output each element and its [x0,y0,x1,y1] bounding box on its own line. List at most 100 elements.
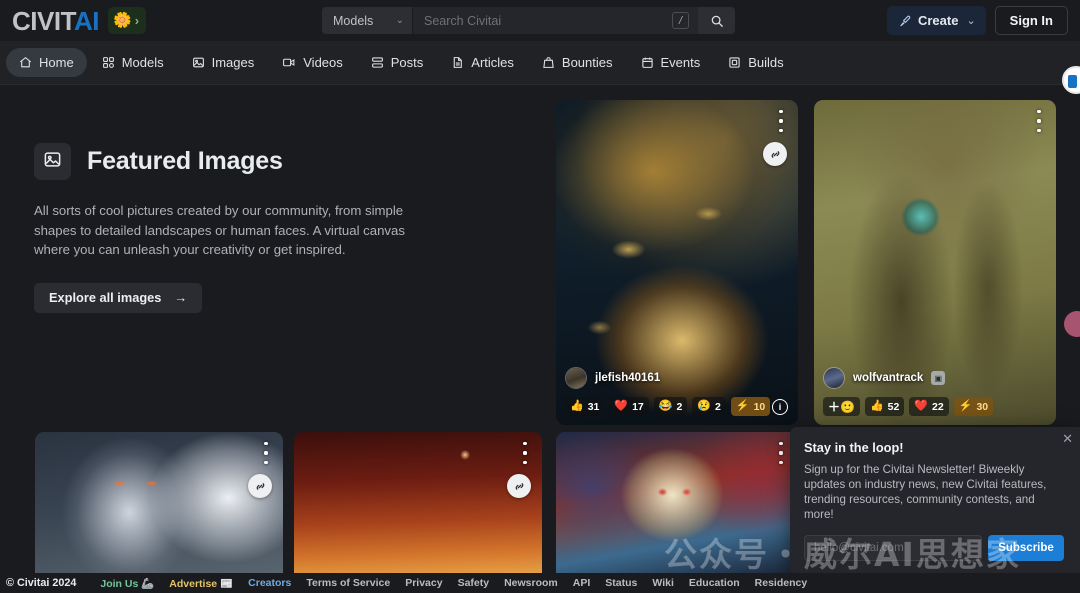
flower-icon: 🌼 [113,12,132,29]
nav-item-videos[interactable]: Videos [269,48,356,77]
video-icon [282,56,296,69]
nav-item-articles[interactable]: Articles [438,48,527,77]
image-card[interactable]: jlefish40161 👍 31 ❤️ 17 😂 2 😢 2 ⚡ 10 i [556,100,798,425]
footer-link-join-us[interactable]: Join Us 🦾 [100,577,154,590]
nav-item-bounties[interactable]: Bounties [529,48,626,77]
floating-assistant-button[interactable] [1062,66,1080,94]
reaction-like[interactable]: 👍 52 [864,397,905,416]
card-menu-button[interactable] [773,442,789,464]
avatar [565,367,587,389]
plus-smiley-icon: ＋🙂 [828,400,855,414]
nav-label: Posts [390,55,424,70]
close-icon[interactable]: ✕ [1062,432,1073,445]
nav-label: Builds [748,55,784,70]
footer-link-terms-of-service[interactable]: Terms of Service [306,577,390,589]
image-card[interactable] [35,432,283,575]
image-icon [192,56,205,69]
footer-link-creators[interactable]: Creators [248,577,291,589]
card-reaction-stats: 👍 31 ❤️ 17 😂 2 😢 2 ⚡ 10 [565,397,789,416]
card-remix-button[interactable] [507,474,531,498]
card-user[interactable]: wolfvantrack ▣ [823,367,1047,389]
chevron-down-icon: ⌄ [395,15,404,26]
builds-icon [728,56,741,69]
sign-in-button[interactable]: Sign In [994,6,1068,35]
reaction-count: 22 [932,400,944,413]
search-category-select[interactable]: Models ⌄ [322,7,412,34]
nav-label: Events [660,55,701,70]
footer-link-advertise[interactable]: Advertise 📰 [169,577,233,590]
thumbs-up-icon: 👍 [869,400,884,412]
grid-icon [102,56,115,69]
card-footer: wolfvantrack ▣ ＋🙂 👍 52 ❤️ 22 ⚡ 30 [814,367,1056,425]
logo-text-civit: CIVIT [12,5,75,36]
search-box[interactable]: / [413,7,735,34]
logo-event-badge[interactable]: 🌼 › [108,7,147,34]
image-card[interactable]: wolfvantrack ▣ ＋🙂 👍 52 ❤️ 22 ⚡ 30 [814,100,1056,425]
nav-item-models[interactable]: Models [89,48,177,77]
card-menu-button[interactable] [1031,110,1047,132]
card-menu-button[interactable] [773,110,789,132]
reaction-heart[interactable]: ❤️ 22 [909,397,949,416]
chain-icon [771,150,779,158]
card-artwork [35,432,283,575]
chain-icon [256,482,264,490]
create-button[interactable]: Create ⌄ [886,6,986,35]
calendar-icon [641,56,654,69]
reaction-count: 52 [887,400,900,413]
card-remix-button[interactable] [248,474,272,498]
card-username: wolfvantrack [853,372,924,384]
reaction-heart[interactable]: ❤️ 17 [609,397,649,416]
footer-link-newsroom[interactable]: Newsroom [504,577,558,589]
footer-link-residency[interactable]: Residency [755,577,808,589]
reaction-laugh[interactable]: 😂 2 [653,397,688,416]
card-menu-button[interactable] [517,442,533,464]
search-submit-button[interactable] [698,7,735,34]
reaction-count: 2 [715,400,721,413]
image-card[interactable] [294,432,542,575]
card-info-badge[interactable]: i [772,399,788,415]
card-artwork [294,432,542,575]
article-icon [451,56,464,69]
newsletter-popup: ✕ Stay in the loop! Sign up for the Civi… [790,427,1080,575]
reaction-like[interactable]: 👍 31 [565,397,605,416]
card-user[interactable]: jlefish40161 [565,367,789,389]
reaction-tip[interactable]: ⚡ 10 [730,397,771,416]
image-card[interactable] [556,432,798,575]
laugh-icon: 😂 [658,400,673,412]
heart-icon: ❤️ [614,400,629,412]
nav-item-home[interactable]: Home [6,48,87,77]
footer-link-privacy[interactable]: Privacy [405,577,442,589]
nav-item-builds[interactable]: Builds [715,48,796,77]
nav-item-events[interactable]: Events [628,48,714,77]
newsletter-form: Subscribe [804,535,1064,561]
card-remix-button[interactable] [763,142,787,166]
brush-icon [900,15,911,26]
card-menu-button[interactable] [258,442,274,464]
subscribe-button[interactable]: Subscribe [988,535,1064,561]
footer-link-api[interactable]: API [573,577,591,589]
newsletter-title: Stay in the loop! [804,440,904,455]
bolt-icon: ⚡ [958,400,973,412]
reaction-tip[interactable]: ⚡ 30 [953,397,994,416]
footer-link-education[interactable]: Education [689,577,740,589]
civitai-logo[interactable]: CIVITAI 🌼 › [12,5,147,36]
footer-link-wiki[interactable]: Wiki [652,577,674,589]
nav-item-posts[interactable]: Posts [358,48,437,77]
chevron-down-icon: ⌄ [966,15,976,27]
posts-icon [371,56,384,69]
search-input[interactable] [424,13,624,28]
reaction-count: 17 [632,400,644,413]
nav-item-images[interactable]: Images [179,48,268,77]
newsletter-body: Sign up for the Civitai Newsletter! Biwe… [804,463,1047,521]
header-actions: Create ⌄ Sign In [886,6,1068,35]
nav-label: Bounties [561,55,613,70]
footer-link-status[interactable]: Status [605,577,637,589]
search-shortcut-hint: / [672,12,689,29]
logo-wordmark: CIVITAI [12,5,100,36]
add-reaction-button[interactable]: ＋🙂 [823,397,860,416]
newsletter-email-input[interactable] [804,535,982,561]
reaction-cry[interactable]: 😢 2 [692,397,726,416]
footer-copyright: © Civitai 2024 [6,577,77,589]
footer-link-safety[interactable]: Safety [458,577,490,589]
chevron-right-icon: › [134,13,140,28]
